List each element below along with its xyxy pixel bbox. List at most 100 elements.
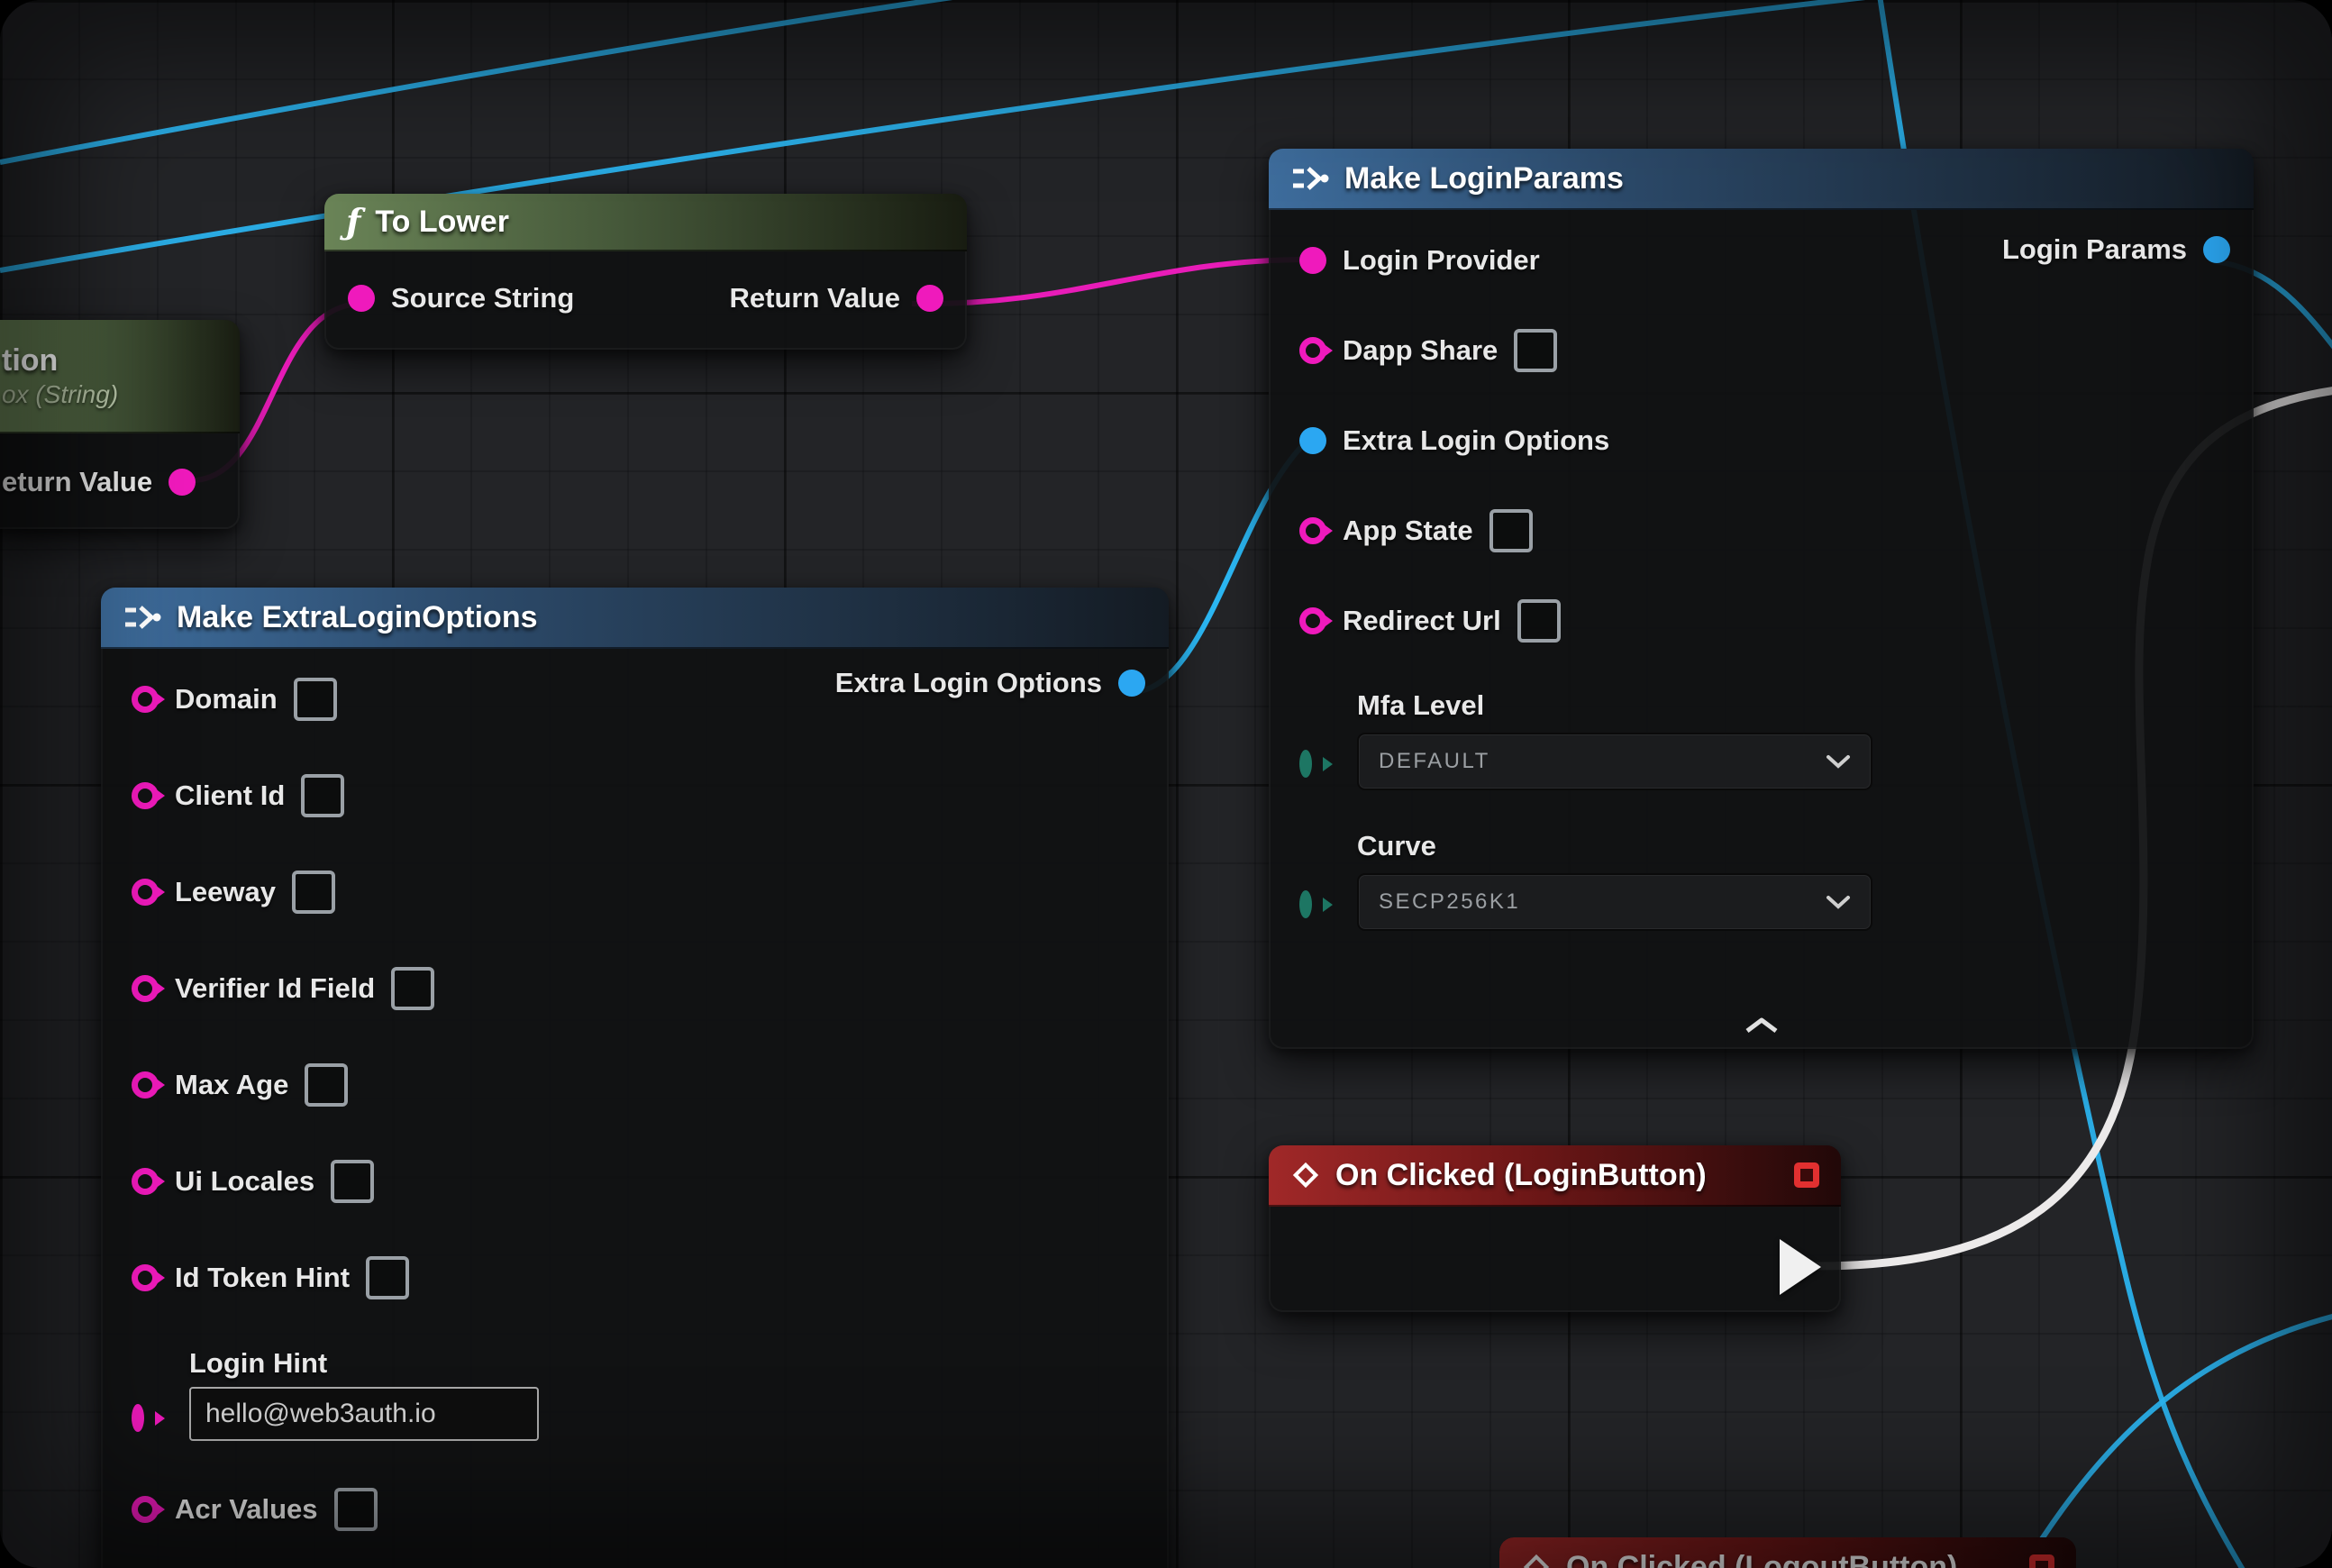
make-extra-login-options-title: Make ExtraLoginOptions (177, 600, 538, 635)
blueprint-graph-canvas[interactable]: tion ox (String) eturn Value ƒ To Lower … (0, 0, 2332, 1568)
extra-login-options-input-pin[interactable] (1299, 427, 1326, 454)
dapp-share-checkbox[interactable] (1514, 329, 1557, 372)
curve-dropdown[interactable]: SECP256K1 (1357, 873, 1872, 931)
redirect-url-label: Redirect Url (1343, 605, 1501, 637)
login-params-output-pin[interactable] (2203, 236, 2230, 263)
node-to-lower[interactable]: ƒ To Lower Source String Return Value (324, 194, 967, 350)
make-struct-icon (123, 604, 162, 631)
curve-value: SECP256K1 (1379, 889, 1520, 915)
verifier-id-field-pin[interactable] (132, 975, 159, 1002)
mfa-level-value: DEFAULT (1379, 749, 1490, 774)
id-token-hint-pin[interactable] (132, 1264, 159, 1291)
domain-label: Domain (175, 683, 278, 716)
node-left-stub[interactable]: tion ox (String) eturn Value (0, 320, 240, 529)
pin-row-verifier-id-field: Verifier Id Field (101, 940, 1169, 1036)
verifier-id-field-label: Verifier Id Field (175, 972, 375, 1005)
collapse-node-button[interactable] (1744, 1016, 1780, 1040)
login-hint-block: Login Hint (101, 1347, 1169, 1441)
pin-row-max-age: Max Age (101, 1036, 1169, 1133)
app-state-label: App State (1343, 515, 1473, 547)
ui-locales-checkbox[interactable] (331, 1160, 374, 1203)
max-age-checkbox[interactable] (305, 1063, 348, 1107)
to-lower-output-pin[interactable] (916, 285, 943, 312)
mfa-level-block: Mfa Level DEFAULT (1269, 689, 2254, 790)
wire-string-2[interactable] (912, 260, 1308, 304)
pin-row-redirect-url: Redirect Url (1269, 576, 2254, 666)
extra-login-options-output-pin[interactable] (1118, 670, 1145, 697)
curve-pin[interactable] (1299, 890, 1312, 918)
extra-login-options-output-label: Extra Login Options (835, 667, 1102, 699)
pin-row-extra-login-options: Extra Login Options (1269, 396, 2254, 486)
on-clicked-logout-header: On Clicked (LogoutButton) (1499, 1537, 2076, 1568)
chevron-down-icon (1826, 754, 1851, 769)
login-hint-pin[interactable] (132, 1404, 144, 1432)
wire-data-cyan-4[interactable] (2017, 1314, 2332, 1568)
mfa-level-label: Mfa Level (1357, 689, 2254, 722)
acr-values-checkbox[interactable] (334, 1488, 378, 1531)
login-hint-input[interactable] (189, 1387, 539, 1441)
curve-block: Curve SECP256K1 (1269, 830, 2254, 931)
app-state-checkbox[interactable] (1489, 509, 1533, 552)
on-clicked-login-title: On Clicked (LoginButton) (1335, 1158, 1707, 1193)
login-provider-label: Login Provider (1343, 244, 1540, 277)
chevron-up-icon (1744, 1016, 1780, 1035)
node-on-clicked-login-button[interactable]: On Clicked (LoginButton) (1269, 1145, 1841, 1312)
left-stub-output-label: eturn Value (2, 466, 152, 498)
max-age-label: Max Age (175, 1069, 288, 1101)
extra-login-options-label: Extra Login Options (1343, 424, 1609, 457)
login-params-output-label: Login Params (2002, 233, 2187, 266)
leeway-checkbox[interactable] (292, 871, 335, 914)
verifier-id-field-checkbox[interactable] (391, 967, 434, 1010)
login-provider-pin[interactable] (1299, 247, 1326, 274)
mfa-level-dropdown[interactable]: DEFAULT (1357, 733, 1872, 790)
on-clicked-logout-title: On Clicked (LogoutButton) (1566, 1550, 1957, 1568)
leeway-pin[interactable] (132, 879, 159, 906)
ui-locales-label: Ui Locales (175, 1165, 314, 1198)
app-state-pin[interactable] (1299, 517, 1326, 544)
delegate-pin-icon[interactable] (2029, 1554, 2054, 1568)
on-clicked-login-header: On Clicked (LoginButton) (1269, 1145, 1841, 1207)
acr-values-pin[interactable] (132, 1496, 159, 1523)
curve-label: Curve (1357, 830, 2254, 862)
pin-row-client-id: Client Id (101, 747, 1169, 843)
dapp-share-label: Dapp Share (1343, 334, 1498, 367)
to-lower-input-label: Source String (391, 282, 574, 315)
make-login-params-title: Make LoginParams (1344, 161, 1624, 196)
make-login-params-header: Make LoginParams (1269, 149, 2254, 210)
pin-row-id-token-hint: Id Token Hint (101, 1229, 1169, 1326)
exec-output-pin[interactable] (1780, 1239, 1821, 1295)
client-id-checkbox[interactable] (301, 774, 344, 817)
domain-pin[interactable] (132, 686, 159, 713)
max-age-pin[interactable] (132, 1071, 159, 1099)
function-icon: ƒ (346, 205, 360, 239)
make-extra-login-options-header: Make ExtraLoginOptions (101, 588, 1169, 649)
pin-row-app-state: App State (1269, 486, 2254, 576)
to-lower-output-label: Return Value (730, 282, 901, 315)
node-make-login-params[interactable]: Make LoginParams Login Params Login Prov… (1269, 149, 2254, 1049)
node-make-extra-login-options[interactable]: Make ExtraLoginOptions Extra Login Optio… (101, 588, 1169, 1568)
redirect-url-checkbox[interactable] (1517, 599, 1561, 643)
event-diamond-icon (1521, 1552, 1552, 1568)
login-params-output: Login Params (2002, 233, 2230, 266)
login-hint-label: Login Hint (189, 1347, 1169, 1380)
wire-data-cyan-2[interactable] (0, 0, 1009, 162)
left-stub-subtitle: ox (String) (2, 380, 118, 409)
mfa-level-pin[interactable] (1299, 750, 1312, 778)
extra-login-options-output: Extra Login Options (835, 667, 1145, 699)
to-lower-input-pin[interactable] (348, 285, 375, 312)
domain-checkbox[interactable] (294, 678, 337, 721)
left-stub-title: tion (2, 343, 58, 378)
dapp-share-pin[interactable] (1299, 337, 1326, 364)
client-id-label: Client Id (175, 779, 285, 812)
redirect-url-pin[interactable] (1299, 607, 1326, 634)
ui-locales-pin[interactable] (132, 1168, 159, 1195)
delegate-pin-icon[interactable] (1794, 1162, 1819, 1188)
pin-row-leeway: Leeway (101, 843, 1169, 940)
client-id-pin[interactable] (132, 782, 159, 809)
node-on-clicked-logout-button[interactable]: On Clicked (LogoutButton) (1499, 1537, 2076, 1568)
left-stub-output-pin[interactable] (169, 469, 196, 496)
pin-row-dapp-share: Dapp Share (1269, 305, 2254, 396)
id-token-hint-checkbox[interactable] (366, 1256, 409, 1299)
event-diamond-icon (1290, 1160, 1321, 1190)
to-lower-title: To Lower (375, 205, 509, 240)
